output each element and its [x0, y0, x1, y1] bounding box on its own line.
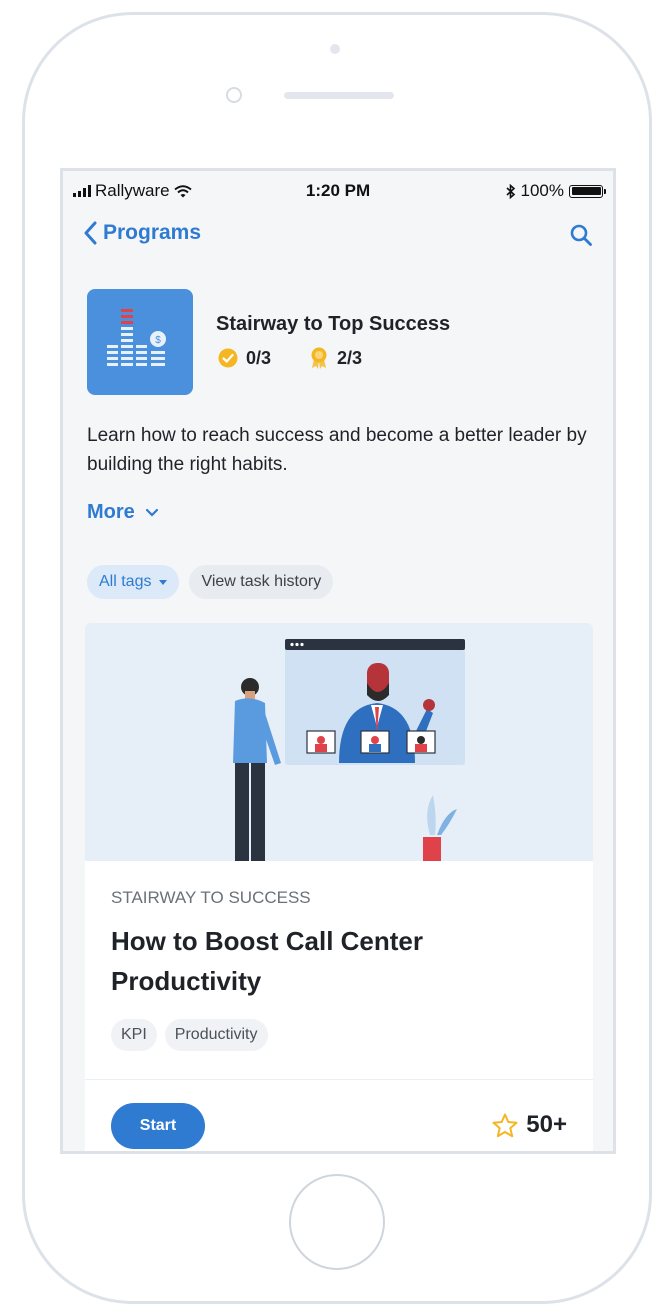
- back-button[interactable]: Programs: [83, 221, 201, 245]
- proximity-sensor: [226, 87, 242, 103]
- card-divider: [85, 1079, 593, 1080]
- bluetooth-icon: [505, 183, 515, 199]
- check-circle-icon: [218, 348, 238, 368]
- star-icon: [492, 1113, 518, 1137]
- chevron-down-icon: [145, 508, 158, 517]
- home-button[interactable]: [289, 1174, 385, 1270]
- card-program-name: STAIRWAY TO SUCCESS: [111, 888, 311, 907]
- task-card[interactable]: STAIRWAY TO SUCCESS How to Boost Call Ce…: [85, 623, 593, 1151]
- view-task-history-label: View task history: [201, 573, 322, 590]
- navigation-bar: Programs: [63, 209, 613, 265]
- tag-chip[interactable]: Productivity: [164, 1019, 268, 1051]
- earpiece-speaker: [284, 92, 394, 99]
- search-icon[interactable]: [569, 223, 593, 247]
- svg-text:$: $: [155, 335, 161, 346]
- battery-percent: 100%: [520, 181, 564, 200]
- chevron-left-icon: [84, 221, 97, 245]
- more-toggle[interactable]: More: [87, 501, 159, 524]
- status-bar: Rallyware 1:20 PM 100%: [63, 171, 613, 209]
- program-thumbnail: $: [87, 289, 193, 395]
- bar-chart-coin-icon: $: [107, 309, 166, 366]
- video-call-illustration: [85, 623, 593, 861]
- more-label: More: [87, 501, 135, 523]
- illustration-graphic: [233, 639, 465, 861]
- card-tags: KPI Productivity: [111, 1019, 268, 1051]
- points-reward: 50+: [492, 1111, 567, 1139]
- caret-down-icon: [159, 579, 168, 585]
- badges-count: 2/3: [337, 347, 363, 368]
- program-description: Learn how to reach success and become a …: [87, 425, 587, 475]
- start-button[interactable]: Start: [111, 1103, 205, 1149]
- filter-chips: All tags View task history: [87, 565, 334, 599]
- status-right: 100%: [505, 181, 606, 201]
- card-title: How to Boost Call Center Productivity: [111, 926, 424, 996]
- tasks-completed-count: 0/3: [246, 347, 272, 368]
- tag-chip[interactable]: KPI: [111, 1019, 157, 1051]
- front-camera: [330, 44, 340, 54]
- app-screen: Rallyware 1:20 PM 100% Programs $ Stairw…: [60, 168, 616, 1154]
- view-task-history-button[interactable]: View task history: [189, 565, 334, 599]
- battery-icon: [569, 184, 606, 198]
- points-value: 50+: [526, 1111, 567, 1138]
- program-stats: 0/3 2/3: [218, 347, 362, 369]
- back-label: Programs: [103, 221, 202, 244]
- award-ribbon-icon: [311, 347, 327, 369]
- program-title: Stairway to Top Success: [216, 313, 451, 335]
- all-tags-label: All tags: [99, 573, 152, 590]
- all-tags-dropdown[interactable]: All tags: [87, 565, 180, 599]
